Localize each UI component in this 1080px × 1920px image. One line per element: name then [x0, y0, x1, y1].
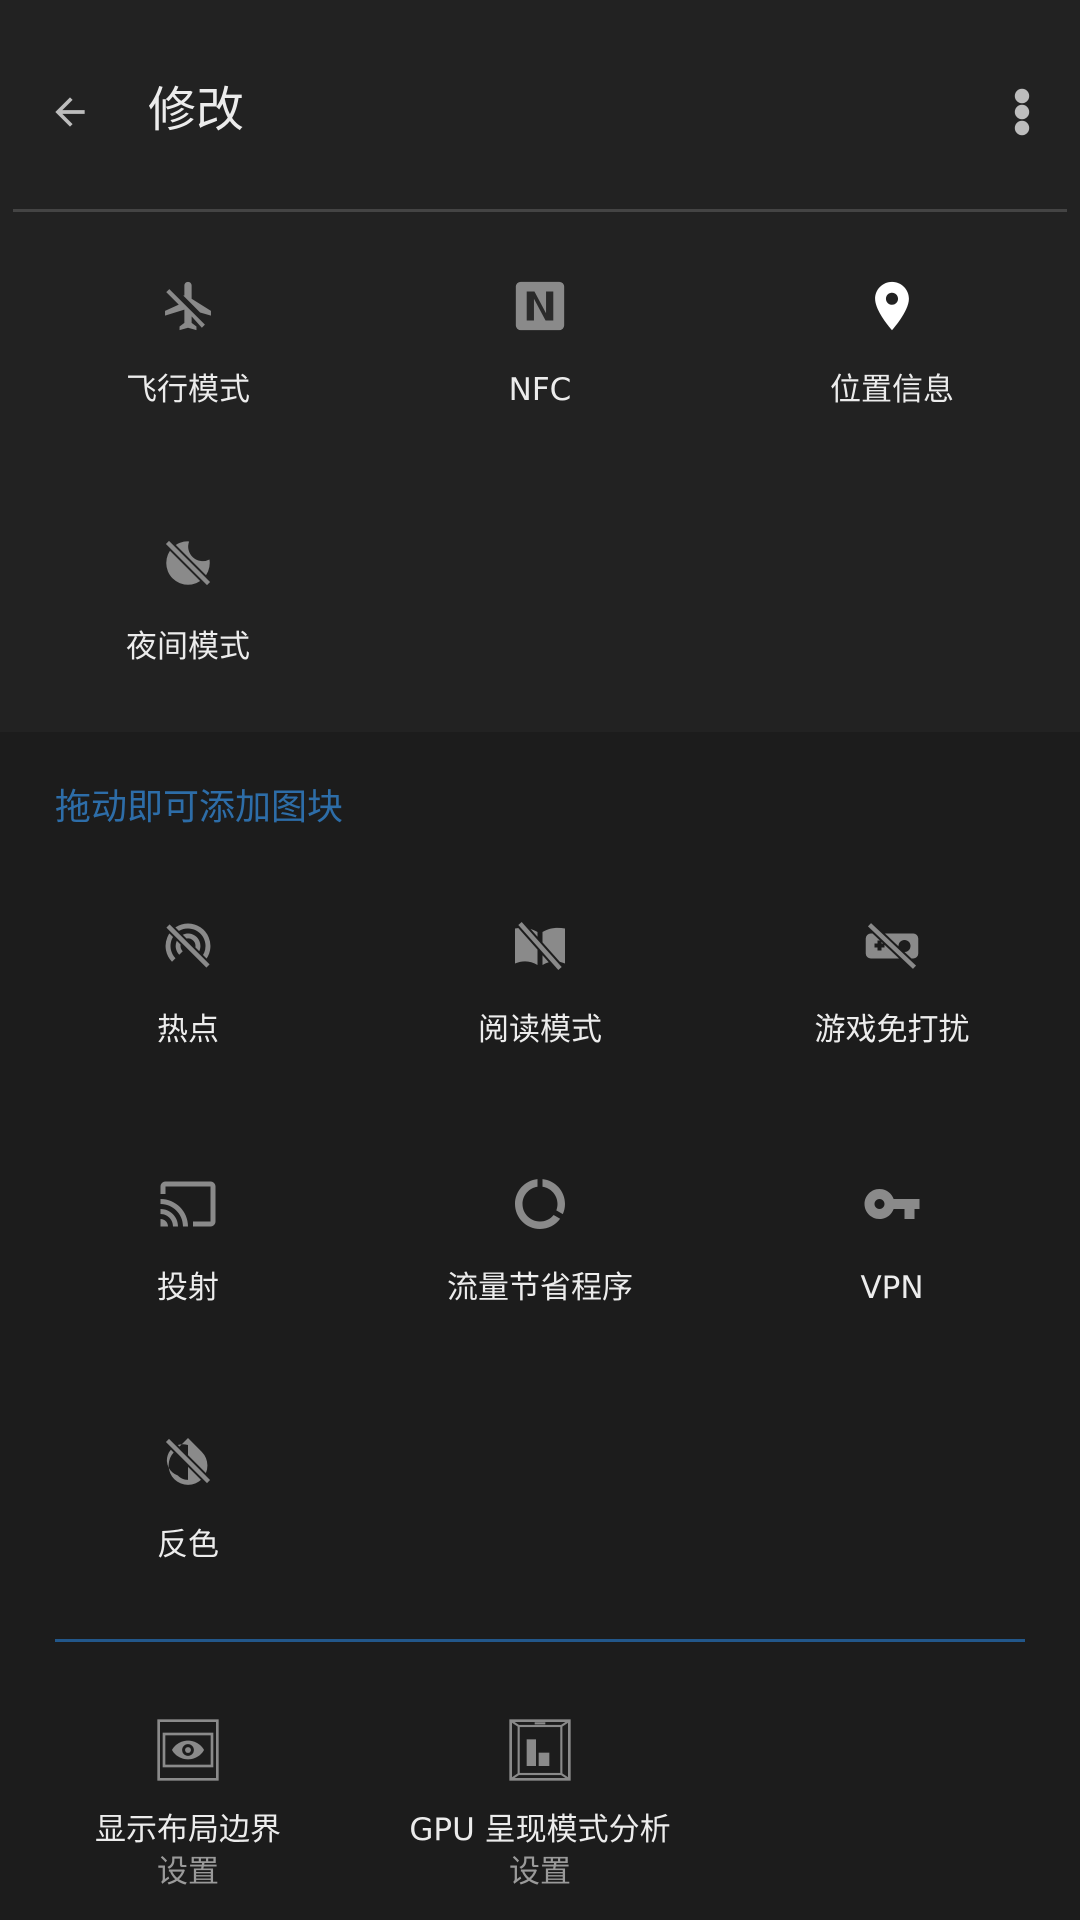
tile-vpn[interactable]: VPN	[716, 1118, 1068, 1358]
layout-bounds-icon	[156, 1718, 220, 1782]
tile-label: 显示布局边界	[95, 1812, 281, 1848]
tile-label: 投射	[157, 1270, 219, 1306]
gpu-profiling-icon	[508, 1718, 572, 1782]
location-pin-icon	[862, 276, 922, 336]
tile-gpu-profiling[interactable]: GPU 呈现模式分析 设置	[364, 1690, 716, 1920]
tile-label: 热点	[157, 1012, 219, 1048]
tile-label: 游戏免打扰	[814, 1012, 970, 1048]
airplane-off-icon	[158, 276, 218, 336]
tile-airplane-mode[interactable]: 飞行模式	[12, 220, 364, 460]
page-title: 修改	[148, 82, 245, 138]
tile-label: NFC	[508, 372, 572, 408]
tile-game-mode[interactable]: 游戏免打扰	[716, 860, 1068, 1100]
tile-night-mode[interactable]: 夜间模式	[12, 477, 364, 717]
tile-nfc[interactable]: NFC	[364, 220, 716, 460]
tile-label: 飞行模式	[126, 372, 250, 408]
tile-label: 反色	[157, 1527, 219, 1563]
more-options-button[interactable]	[996, 76, 1048, 148]
nfc-icon	[510, 276, 570, 336]
back-button[interactable]	[34, 76, 106, 148]
developer-tiles-divider	[55, 1639, 1025, 1642]
current-tiles-section: 飞行模式 NFC 位置信息 夜间模式	[0, 212, 1080, 732]
more-vert-icon	[1014, 88, 1030, 136]
tile-location[interactable]: 位置信息	[716, 220, 1068, 460]
drag-to-add-header: 拖动即可添加图块	[55, 787, 344, 828]
tile-show-layout-bounds[interactable]: 显示布局边界 设置	[12, 1690, 364, 1920]
tile-sublabel: 设置	[509, 1854, 571, 1890]
invert-colors-off-icon	[158, 1431, 218, 1491]
reading-mode-off-icon	[510, 916, 570, 976]
tile-label: 位置信息	[830, 372, 954, 408]
data-saver-icon	[510, 1174, 570, 1234]
tile-label: 夜间模式	[126, 629, 250, 665]
tile-label: 流量节省程序	[447, 1270, 633, 1306]
tile-label: VPN	[860, 1270, 924, 1306]
tile-reading-mode[interactable]: 阅读模式	[364, 860, 716, 1100]
vpn-key-icon	[862, 1174, 922, 1234]
tile-data-saver[interactable]: 流量节省程序	[364, 1118, 716, 1358]
app-bar: 修改	[0, 0, 1080, 212]
game-mode-off-icon	[862, 916, 922, 976]
tile-cast[interactable]: 投射	[12, 1118, 364, 1358]
tile-hotspot[interactable]: 热点	[12, 860, 364, 1100]
cast-icon	[158, 1174, 218, 1234]
tile-label: 阅读模式	[478, 1012, 602, 1048]
night-mode-off-icon	[158, 533, 218, 593]
tile-sublabel: 设置	[157, 1854, 219, 1890]
tile-invert-colors[interactable]: 反色	[12, 1375, 364, 1615]
edit-tiles-screen: 修改 飞行模式 NFC 位置信息 夜间模式 拖动即可添加图块 热点 阅读模式 游…	[0, 0, 1080, 1920]
tile-label: GPU 呈现模式分析	[409, 1812, 671, 1848]
hotspot-off-icon	[158, 916, 218, 976]
arrow-back-icon	[55, 97, 85, 127]
